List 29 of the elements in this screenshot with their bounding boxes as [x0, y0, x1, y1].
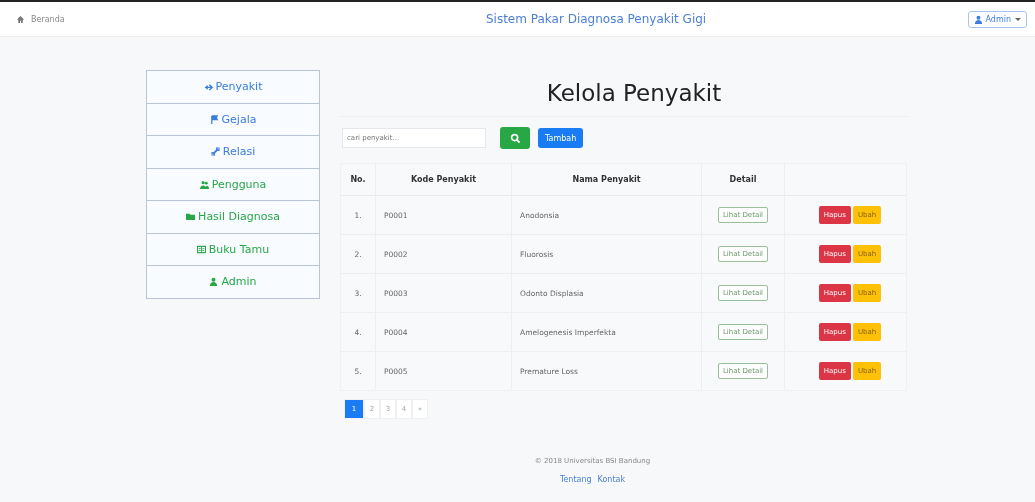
folder-icon [186, 212, 196, 221]
column-header: Kode Penyakit [375, 164, 512, 196]
column-header: Detail [701, 164, 785, 196]
sidebar-item[interactable]: Hasil Diagnosa [147, 201, 319, 234]
sidebar-item[interactable]: Pengguna [147, 168, 319, 201]
book-icon [196, 244, 206, 254]
user-icon [209, 277, 219, 286]
search-icon [509, 132, 521, 144]
users-icon [199, 179, 209, 189]
home-link[interactable]: Beranda [16, 14, 65, 24]
sidebar-item[interactable]: Buku Tamu [147, 233, 319, 266]
footer-link[interactable]: Kontak [597, 475, 626, 484]
sidebar-item[interactable]: Relasi [147, 136, 319, 169]
user-menu-button[interactable]: Admin [967, 10, 1027, 28]
caret-icon [1015, 17, 1021, 21]
page-heading: Kelola Penyakit [340, 80, 908, 117]
column-header: Nama Penyakit [511, 164, 702, 196]
sidebar-item[interactable]: Penyakit [147, 71, 319, 104]
footer-link[interactable]: Tentang [559, 475, 592, 484]
home-icon [16, 14, 25, 24]
column-header: No. [341, 164, 376, 196]
site-title: Sistem Pakar Diagnosa Penyakit Gigi [485, 12, 707, 26]
flag-icon [209, 114, 219, 124]
link-icon [210, 147, 220, 156]
sidebar-item[interactable]: Gejala [147, 103, 319, 136]
search-button[interactable] [500, 127, 530, 149]
sidebar-item[interactable]: Admin [147, 266, 319, 298]
add-button[interactable]: Tambah [538, 128, 584, 148]
user-icon [973, 14, 983, 24]
